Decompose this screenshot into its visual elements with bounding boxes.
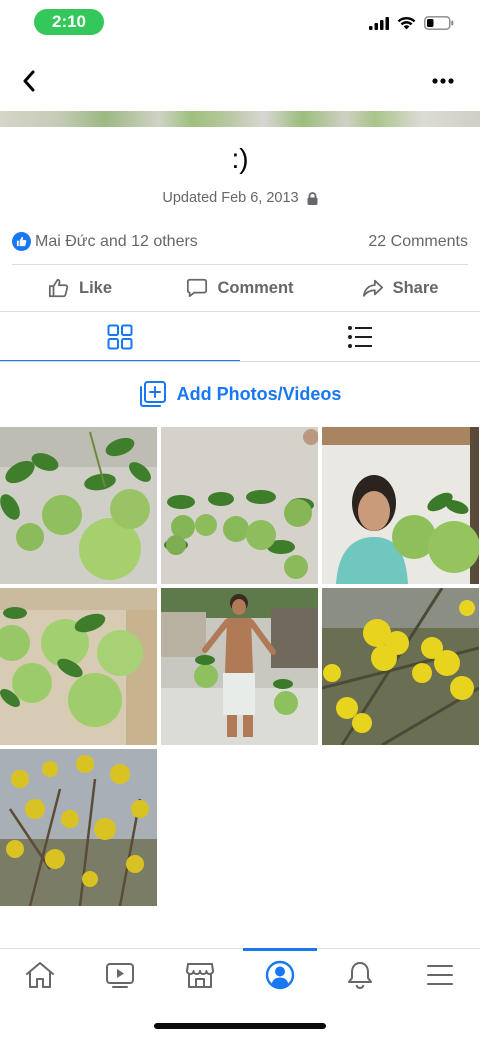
divider bbox=[12, 264, 468, 265]
more-options-button[interactable] bbox=[428, 66, 458, 96]
tab-notifications[interactable] bbox=[320, 949, 400, 1000]
comments-count[interactable]: 22 Comments bbox=[368, 233, 468, 251]
thumbs-up-icon bbox=[48, 278, 69, 298]
list-view-icon bbox=[348, 326, 372, 348]
photo-thumbnail[interactable] bbox=[0, 749, 157, 906]
more-horizontal-icon bbox=[432, 78, 454, 84]
actions-row: Like Comment Share bbox=[0, 266, 480, 310]
tab-menu[interactable] bbox=[400, 949, 480, 1000]
add-photos-label: Add Photos/Videos bbox=[176, 383, 342, 404]
nav-bar bbox=[0, 56, 480, 106]
photo-thumbnail[interactable] bbox=[0, 427, 157, 584]
chevron-left-icon bbox=[23, 70, 35, 92]
status-time[interactable]: 2:10 bbox=[34, 9, 104, 35]
status-icons bbox=[369, 16, 454, 35]
album-title: :) bbox=[231, 143, 249, 174]
photo-thumbnail[interactable] bbox=[161, 427, 318, 584]
profile-icon bbox=[265, 960, 295, 989]
lock-icon bbox=[307, 191, 318, 205]
divider bbox=[0, 361, 480, 362]
tab-grid-view[interactable] bbox=[0, 312, 240, 362]
tab-list-view[interactable] bbox=[240, 312, 480, 362]
back-button[interactable] bbox=[14, 66, 44, 96]
comment-button[interactable]: Comment bbox=[160, 266, 320, 310]
share-label: Share bbox=[392, 278, 439, 297]
status-bar: 2:10 bbox=[0, 0, 480, 44]
share-button[interactable]: Share bbox=[320, 266, 480, 310]
reactions-row[interactable]: Mai Đức and 12 others 22 Comments bbox=[12, 230, 468, 254]
tab-watch[interactable] bbox=[80, 949, 160, 1000]
notifications-icon bbox=[348, 961, 372, 989]
reactions-summary[interactable]: Mai Đức and 12 others bbox=[35, 233, 198, 251]
tab-home[interactable] bbox=[0, 949, 80, 1000]
comment-icon bbox=[187, 278, 208, 298]
cellular-signal-icon bbox=[369, 16, 389, 35]
tab-profile[interactable] bbox=[240, 948, 320, 1000]
comment-label: Comment bbox=[217, 278, 294, 297]
share-icon bbox=[362, 279, 383, 297]
album-updated-row: Updated Feb 6, 2013 bbox=[0, 190, 480, 206]
menu-icon bbox=[427, 964, 453, 985]
album-updated-text: Updated Feb 6, 2013 bbox=[162, 190, 299, 206]
photo-thumbnail[interactable] bbox=[0, 588, 157, 745]
add-photos-button[interactable]: Add Photos/Videos bbox=[0, 378, 480, 410]
bottom-tab-bar bbox=[0, 948, 480, 1000]
album-cover-image[interactable] bbox=[0, 111, 480, 127]
like-label: Like bbox=[78, 278, 113, 297]
home-icon bbox=[26, 961, 54, 988]
like-reaction-icon bbox=[12, 232, 31, 251]
tab-marketplace[interactable] bbox=[160, 949, 240, 1000]
photo-thumbnail[interactable] bbox=[161, 588, 318, 745]
active-tab-indicator bbox=[243, 948, 317, 951]
watch-icon bbox=[106, 962, 134, 988]
photo-thumbnail[interactable] bbox=[322, 588, 479, 745]
view-tabs bbox=[0, 312, 480, 362]
photo-thumbnail[interactable] bbox=[322, 427, 479, 584]
grid-view-icon bbox=[107, 324, 133, 350]
home-indicator[interactable] bbox=[154, 1023, 326, 1029]
marketplace-icon bbox=[186, 962, 214, 988]
battery-icon bbox=[424, 16, 454, 35]
like-button[interactable]: Like bbox=[0, 266, 160, 310]
add-photo-icon bbox=[139, 381, 166, 407]
wifi-icon bbox=[397, 16, 416, 35]
